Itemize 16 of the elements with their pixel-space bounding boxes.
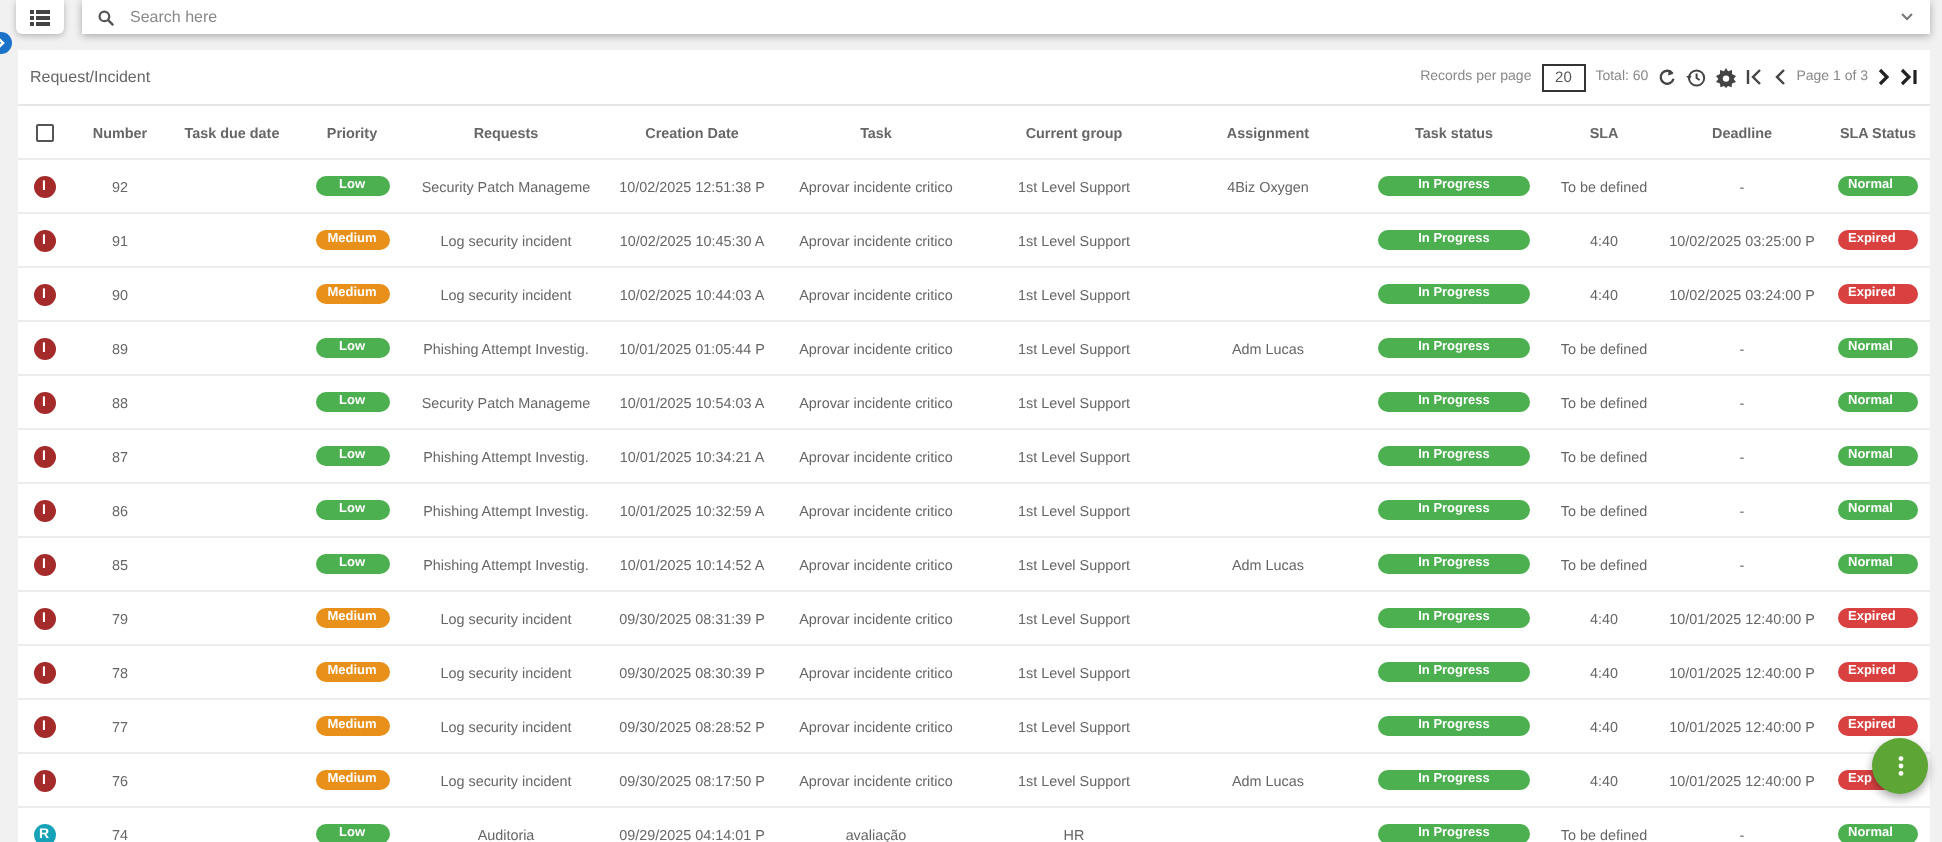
next-page-button[interactable]	[1878, 68, 1890, 86]
search-field[interactable]: Search here	[130, 8, 1884, 26]
select-all-checkbox[interactable]	[35, 123, 53, 141]
search-icon	[98, 9, 114, 25]
panel-title: Request/Incident	[30, 68, 153, 86]
more-vertical-icon	[1897, 756, 1903, 776]
last-page-button[interactable]	[1900, 68, 1918, 86]
list-icon	[30, 9, 50, 25]
menu-button[interactable]	[16, 0, 64, 34]
first-page-button[interactable]	[1746, 68, 1765, 86]
previous-page-button[interactable]	[1774, 68, 1787, 86]
history-button[interactable]	[1686, 67, 1707, 87]
search-field[interactable]: Search here	[82, 0, 1930, 34]
settings-button[interactable]	[1716, 67, 1737, 87]
refresh-button[interactable]	[1658, 68, 1677, 86]
chevron-down-icon[interactable]	[1900, 12, 1914, 22]
